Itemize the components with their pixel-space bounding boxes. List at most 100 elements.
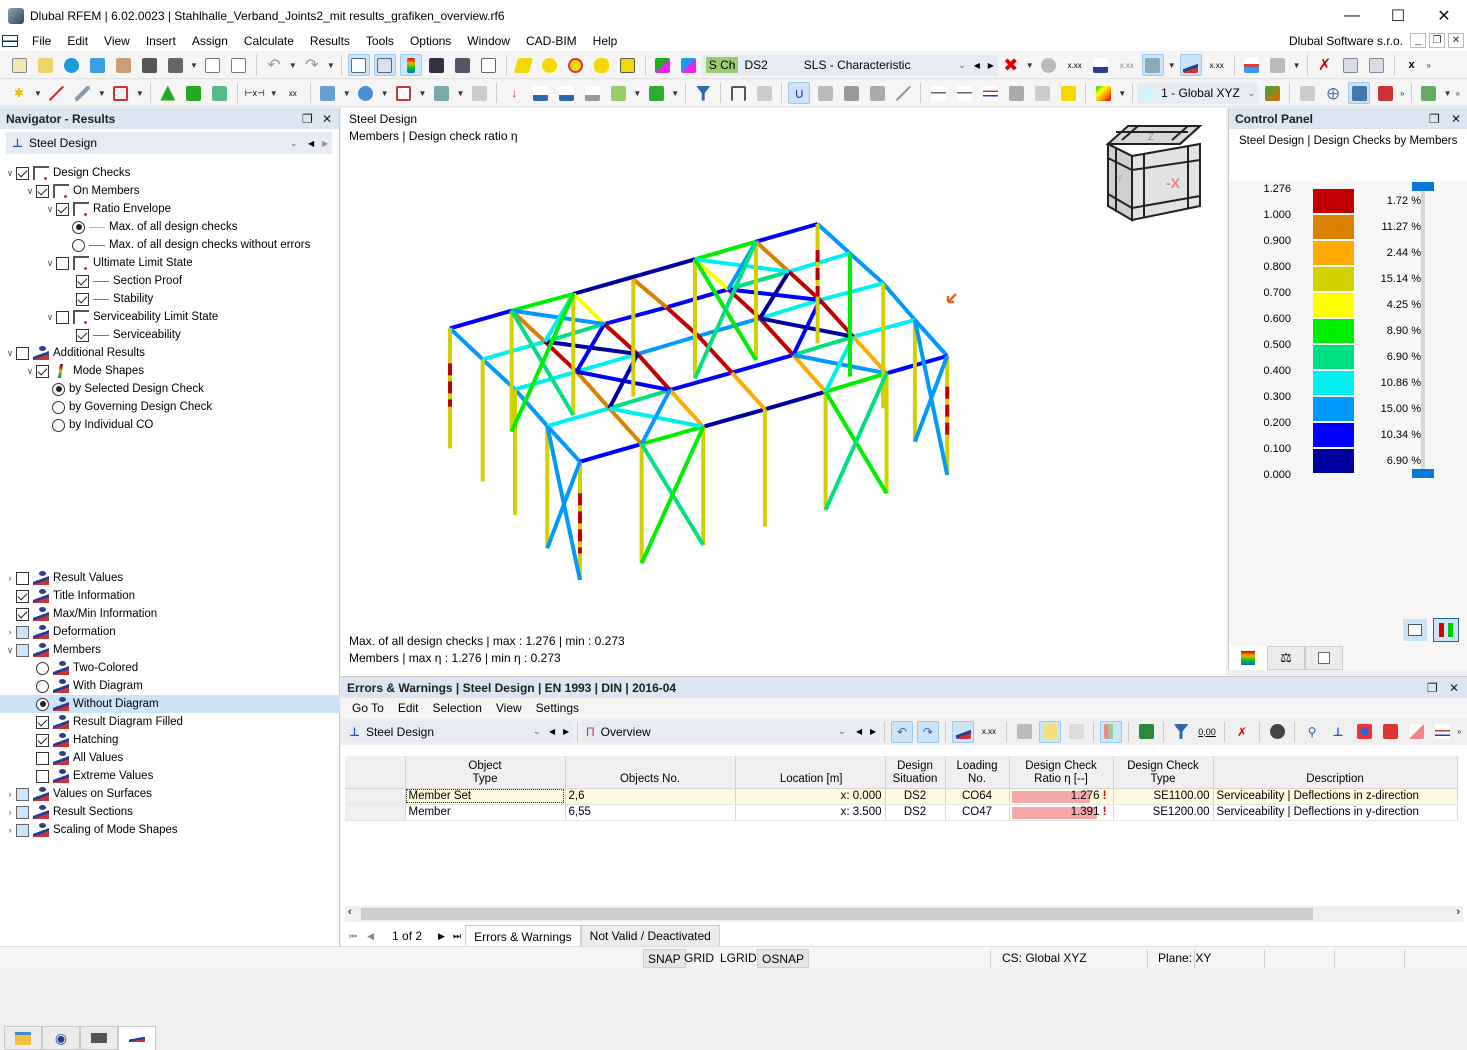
diagram-2-icon[interactable] xyxy=(953,82,975,104)
objects-no-cell[interactable]: 2,6 xyxy=(565,788,736,805)
mdi-close-icon[interactable]: ✕ xyxy=(1448,33,1464,48)
checkbox[interactable] xyxy=(36,715,49,729)
structure-member[interactable] xyxy=(514,369,578,392)
tab-data-icon[interactable] xyxy=(4,1026,42,1050)
first-page-icon[interactable]: ⏮ xyxy=(345,931,361,942)
next-module-icon[interactable]: ▶ xyxy=(559,721,573,742)
radio-button[interactable] xyxy=(52,418,65,432)
diagram-4-icon[interactable] xyxy=(1005,82,1027,104)
loading-cell[interactable]: CO47 xyxy=(945,804,1010,821)
structure-member[interactable] xyxy=(881,282,917,322)
cross-section-icon[interactable]: ⊥ xyxy=(1327,721,1349,743)
table-row[interactable]: Member 6,55 x: 3.500 DS2 CO47 1.391 ! SE1200.0… xyxy=(345,804,1458,821)
check-type-cell[interactable]: SE1100.00 xyxy=(1113,788,1214,805)
table-row[interactable]: Member Set 2,6 x: 0.000 DS2 CO64 1.276 ! SE110… xyxy=(345,788,1458,805)
row-header-cell[interactable] xyxy=(345,788,406,805)
structure-member[interactable] xyxy=(823,372,889,511)
chevron-down-icon[interactable]: ▼ xyxy=(381,89,389,98)
select-circle-icon[interactable] xyxy=(539,54,561,76)
column-description[interactable]: Description xyxy=(1213,756,1458,789)
chevron-down-icon[interactable]: ▼ xyxy=(1168,61,1176,70)
tree-item-all-values[interactable]: All Values xyxy=(0,749,340,767)
local-axis-icon[interactable]: x xyxy=(1401,54,1423,76)
select-freehand-icon[interactable] xyxy=(591,54,613,76)
checkbox[interactable] xyxy=(76,292,89,306)
collapsed-chevron-icon[interactable]: › xyxy=(4,789,16,799)
checkbox[interactable] xyxy=(16,571,29,585)
object-type-cell[interactable]: Member Set xyxy=(405,788,566,805)
chevron-down-icon[interactable]: ▼ xyxy=(343,89,351,98)
previous-view-icon[interactable]: ◀ xyxy=(852,721,866,742)
open-file-icon[interactable] xyxy=(34,54,56,76)
checkbox[interactable] xyxy=(36,733,49,747)
mdi-restore-icon[interactable]: ❐ xyxy=(1429,33,1445,48)
close-panel-icon[interactable]: ✕ xyxy=(1451,112,1461,126)
print-report-icon[interactable] xyxy=(202,54,224,76)
tree-item-hatching[interactable]: Hatching xyxy=(0,731,340,749)
tree-item-additional-results[interactable]: ∨ Additional Results xyxy=(0,344,340,362)
structure-member[interactable] xyxy=(764,389,827,412)
tree-item-mode-shapes[interactable]: ∨ Mode Shapes xyxy=(0,362,340,380)
structure-member[interactable] xyxy=(696,334,734,375)
tab-view-icon[interactable]: ◉ xyxy=(42,1026,80,1050)
menu-calculate[interactable]: Calculate xyxy=(236,34,302,48)
menu-edit[interactable]: Edit xyxy=(391,701,426,715)
result-selection-2-icon[interactable] xyxy=(678,54,700,76)
help-icon[interactable] xyxy=(1266,721,1288,743)
navigator-toggle-icon[interactable] xyxy=(347,54,370,76)
select-polygon-icon[interactable] xyxy=(513,54,535,76)
chevron-down-icon[interactable]: ▼ xyxy=(456,89,464,98)
new-line-support-icon[interactable] xyxy=(183,82,205,104)
results-display-icon[interactable] xyxy=(1090,54,1112,76)
webservice-icon[interactable] xyxy=(86,54,108,76)
design-situation-cell[interactable]: DS2 xyxy=(885,788,946,805)
result-selection-icon[interactable] xyxy=(652,54,674,76)
tree-item-max-of-all-design-checks[interactable]: Max. of all design checks xyxy=(0,218,340,236)
structure-member[interactable] xyxy=(639,425,706,565)
tree-item-by-selected-design-check[interactable]: by Selected Design Check xyxy=(0,380,340,398)
checkbox[interactable] xyxy=(36,364,49,378)
structure-member[interactable] xyxy=(449,308,513,331)
select-special-icon[interactable] xyxy=(617,54,639,76)
diagram-3-icon[interactable] xyxy=(979,82,1001,104)
menu-file[interactable]: File xyxy=(24,34,59,48)
structure-member[interactable] xyxy=(448,326,485,361)
structure-member[interactable] xyxy=(731,353,794,375)
radio-button[interactable] xyxy=(36,661,49,675)
work-plane-icon[interactable] xyxy=(1348,82,1371,104)
bar-chart-icon[interactable] xyxy=(1100,720,1122,743)
lgrid-toggle[interactable]: LGRID xyxy=(716,949,761,968)
checkbox[interactable] xyxy=(16,787,29,801)
info-member-icon[interactable] xyxy=(1379,721,1401,743)
legend-range-slider[interactable] xyxy=(1421,185,1425,475)
design-situation-cell[interactable]: DS2 xyxy=(885,804,946,821)
checkbox[interactable] xyxy=(16,625,29,639)
new-polyline-icon[interactable] xyxy=(110,82,132,104)
checkbox[interactable] xyxy=(36,751,49,765)
checkbox[interactable] xyxy=(56,310,69,324)
chevron-down-icon[interactable]: ▼ xyxy=(1026,61,1034,70)
more-icon[interactable]: » xyxy=(1427,61,1431,70)
column-design-situation[interactable]: Design Situation xyxy=(885,756,946,789)
line-view-icon[interactable] xyxy=(892,82,914,104)
minimize-icon[interactable]: — xyxy=(1329,0,1375,31)
combination-combo[interactable]: SLS - Characteristic ⌄ xyxy=(799,54,970,76)
tab-not-valid-deactivated[interactable]: Not Valid / Deactivated xyxy=(580,925,720,947)
clear-selection-icon[interactable]: ✗ xyxy=(1314,54,1336,76)
structure-member[interactable] xyxy=(697,316,761,338)
result-sections-icon[interactable] xyxy=(1241,54,1263,76)
dlubal-center-icon[interactable] xyxy=(60,54,82,76)
next-page-icon[interactable]: ▶ xyxy=(434,931,449,942)
structure-member[interactable] xyxy=(913,355,950,443)
grid-toggle[interactable]: GRID xyxy=(680,949,718,968)
chevron-down-icon[interactable]: ▼ xyxy=(671,89,679,98)
table-gray-icon[interactable] xyxy=(1065,721,1087,743)
column-loading-no[interactable]: Loading No. xyxy=(945,756,1010,789)
filter-off-icon[interactable]: ✖ xyxy=(1000,54,1022,76)
box-view-icon[interactable] xyxy=(1340,54,1362,76)
chevron-down-icon[interactable]: ▼ xyxy=(190,61,198,70)
tab-factors-icon[interactable] xyxy=(1305,646,1343,670)
expand-chevron-icon[interactable]: ∨ xyxy=(44,204,56,215)
errors-view-combo[interactable]: Π Overview ⌄ xyxy=(582,721,852,742)
more-icon[interactable]: » xyxy=(1400,89,1404,98)
